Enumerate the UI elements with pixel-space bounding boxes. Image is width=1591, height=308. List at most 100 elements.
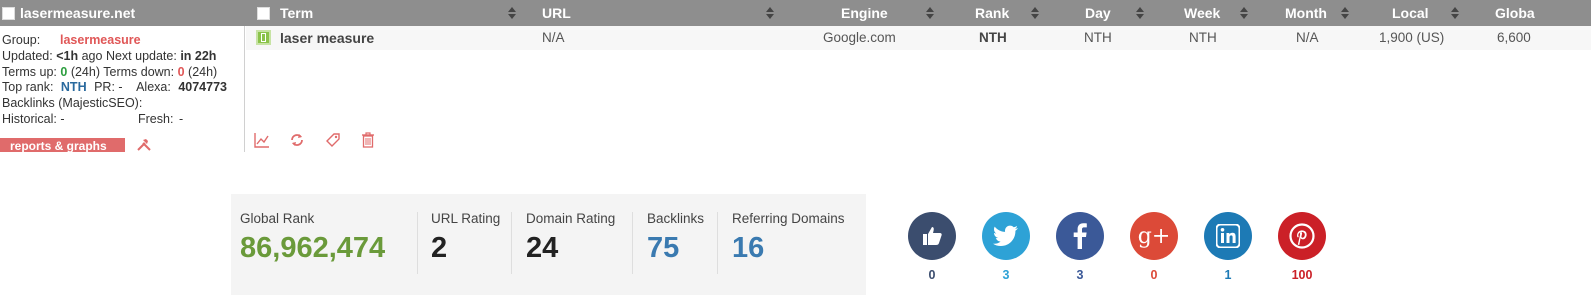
column-term-label: Term	[280, 5, 314, 21]
domain-rating-value: 24	[526, 232, 559, 264]
sort-term-icon[interactable]	[508, 7, 516, 19]
sort-day-icon[interactable]	[1136, 7, 1144, 19]
pr-label: PR:	[94, 80, 115, 95]
column-term[interactable]: Term	[257, 0, 313, 26]
cell-month: N/A	[1296, 30, 1319, 45]
group-row: Group: lasermeasure	[2, 33, 244, 49]
column-rank-label: Rank	[975, 5, 1010, 21]
top-rank-value: NTH	[60, 80, 87, 95]
term-link[interactable]: laser measure	[280, 30, 374, 46]
facebook-icon[interactable]	[1056, 212, 1104, 260]
chart-icon[interactable]	[254, 132, 270, 148]
terms-up-period: (24h)	[70, 64, 100, 79]
domain-rating-label: Domain Rating	[526, 211, 616, 226]
stat-global-rank: Global Rank 86,962,474	[231, 194, 417, 295]
sort-url-icon[interactable]	[766, 7, 774, 19]
google-plus-count: 0	[1150, 268, 1158, 282]
historical-label: Historical:	[2, 111, 57, 126]
site-info-panel: Group: lasermeasure Updated: <1h ago Nex…	[0, 26, 245, 152]
column-rank[interactable]: Rank	[975, 0, 1009, 26]
column-week-label: Week	[1184, 5, 1221, 21]
column-day-label: Day	[1085, 5, 1111, 21]
column-week[interactable]: Week	[1184, 0, 1220, 26]
updated-label: Updated:	[2, 48, 53, 63]
terms-row: Terms up: 0 (24h) Terms down: 0 (24h)	[2, 65, 244, 81]
sort-month-icon[interactable]	[1341, 7, 1349, 19]
facebook-count: 3	[1076, 268, 1084, 282]
column-engine-label: Engine	[841, 5, 888, 21]
site-header-cell: lasermeasure.net	[0, 0, 245, 26]
column-local[interactable]: Local	[1392, 0, 1429, 26]
sort-rank-icon[interactable]	[1031, 7, 1039, 19]
sort-week-icon[interactable]	[1240, 7, 1248, 19]
next-update-value: in 22h	[180, 48, 217, 63]
site-select-checkbox[interactable]	[2, 6, 15, 20]
cell-rank: NTH	[979, 30, 1007, 45]
tag-icon[interactable]	[325, 132, 341, 148]
backlinks-label: Backlinks (MajesticSEO):	[2, 96, 143, 111]
stat-divider	[717, 212, 718, 274]
pinterest-icon[interactable]	[1278, 212, 1326, 260]
terms-up-label: Terms up:	[2, 64, 57, 79]
rank-row: Top rank: NTH PR: - Alexa: 4074773	[2, 80, 244, 96]
column-day[interactable]: Day	[1085, 0, 1111, 26]
column-local-label: Local	[1392, 5, 1429, 21]
group-link[interactable]: lasermeasure	[60, 33, 141, 49]
group-label: Group:	[2, 33, 41, 47]
global-rank-label: Global Rank	[240, 211, 315, 226]
url-rating-label: URL Rating	[431, 211, 501, 226]
stat-divider	[632, 212, 633, 274]
twitter-icon[interactable]	[982, 212, 1030, 260]
stat-backlinks: Backlinks 75	[632, 194, 717, 295]
linkedin-icon[interactable]	[1204, 212, 1252, 260]
like-count: 0	[928, 268, 936, 282]
referring-domains-value[interactable]: 16	[732, 232, 764, 265]
site-name[interactable]: lasermeasure.net	[20, 5, 135, 21]
top-rank-label: Top rank:	[2, 80, 54, 95]
tools-icon[interactable]	[136, 138, 152, 152]
alexa-value: 4074773	[178, 80, 227, 95]
stat-domain-rating: Domain Rating 24	[511, 194, 632, 295]
refresh-icon[interactable]	[289, 132, 305, 148]
stat-divider	[511, 212, 512, 274]
cell-global: 6,600	[1497, 30, 1531, 45]
stat-url-rating: URL Rating 2	[417, 194, 511, 295]
google-plus-icon[interactable]: g+	[1130, 212, 1178, 260]
cell-local: 1,900 (US)	[1379, 30, 1445, 45]
fresh-value: -	[179, 111, 184, 126]
select-all-checkbox[interactable]	[257, 6, 270, 20]
term-checkbox[interactable]	[256, 30, 271, 45]
column-month[interactable]: Month	[1285, 0, 1327, 26]
updated-ago: ago	[81, 48, 103, 63]
update-row: Updated: <1h ago Next update: in 22h	[2, 49, 244, 65]
url-rating-value: 2	[431, 232, 448, 264]
cell-engine: Google.com	[823, 30, 896, 45]
backlinks-row: Backlinks (MajesticSEO):	[2, 96, 244, 112]
column-global-label: Globa	[1495, 5, 1535, 21]
column-url-label: URL	[542, 5, 571, 21]
column-month-label: Month	[1285, 5, 1327, 21]
column-url[interactable]: URL	[542, 0, 571, 26]
next-update-label: Next update:	[105, 48, 177, 63]
terms-down-value: 0	[177, 64, 185, 79]
backlinks-label: Backlinks	[647, 211, 705, 226]
pinterest-count: 100	[1291, 268, 1313, 282]
cell-week: NTH	[1189, 30, 1217, 45]
column-global[interactable]: Globa	[1495, 0, 1535, 26]
sort-engine-icon[interactable]	[926, 7, 934, 19]
alexa-label: Alexa:	[136, 80, 171, 95]
updated-value: <1h	[56, 48, 79, 63]
column-engine[interactable]: Engine	[841, 0, 888, 26]
cell-day: NTH	[1084, 30, 1112, 45]
like-icon[interactable]	[908, 212, 956, 260]
sort-local-icon[interactable]	[1451, 7, 1459, 19]
historical-value: -	[60, 111, 65, 126]
referring-domains-label: Referring Domains	[732, 211, 845, 226]
linkedin-count: 1	[1224, 268, 1232, 282]
reports-graphs-button[interactable]: reports & graphs	[0, 138, 125, 152]
stat-divider	[417, 212, 418, 274]
cell-url: N/A	[542, 30, 565, 45]
trash-icon[interactable]	[360, 132, 376, 148]
keyword-table: lasermeasure.net Term URL Engine Rank Da…	[0, 0, 1591, 160]
backlinks-value[interactable]: 75	[647, 232, 679, 265]
